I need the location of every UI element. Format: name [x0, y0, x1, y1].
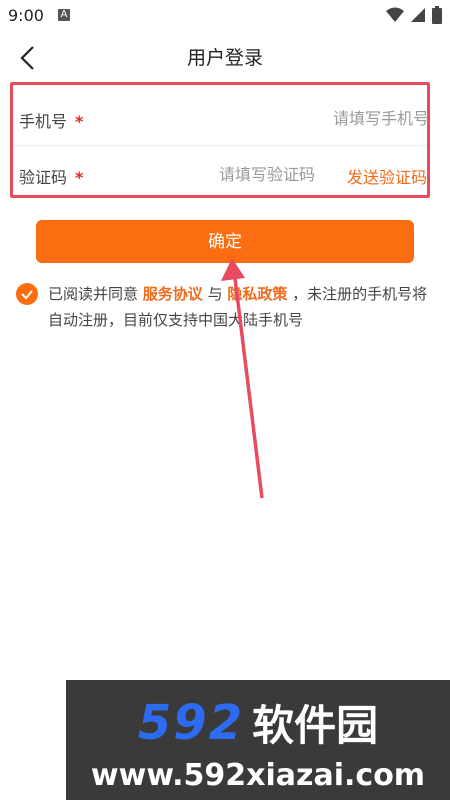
check-icon [21, 290, 33, 300]
watermark: 592 软件园 www.592xiazai.com [66, 680, 450, 800]
status-bar: 9:00 A [0, 0, 450, 32]
agreement-checkbox[interactable] [16, 283, 38, 305]
watermark-url: www.592xiazai.com [90, 758, 426, 793]
required-mark: * [75, 168, 84, 187]
privacy-link[interactable]: 隐私政策 [227, 285, 287, 303]
send-code-button[interactable]: 发送验证码 [347, 164, 427, 188]
terms-link[interactable]: 服务协议 [143, 285, 203, 303]
notification-icon: A [58, 9, 70, 21]
code-input[interactable] [133, 161, 315, 187]
agreement-prefix: 已阅读并同意 [48, 285, 143, 303]
phone-label-text: 手机号 [19, 112, 68, 131]
phone-label: 手机号 * [19, 108, 83, 132]
battery-icon [432, 6, 442, 24]
confirm-button[interactable]: 确定 [36, 220, 414, 263]
phone-input[interactable] [163, 105, 429, 131]
watermark-brand-name: 软件园 [252, 701, 379, 750]
agreement-text: 已阅读并同意 服务协议 与 隐私政策 ，未注册的手机号将自动注册，目前仅支持中国… [48, 281, 440, 333]
page-title: 用户登录 [186, 47, 263, 69]
watermark-brand-number: 592 [137, 694, 245, 751]
agreement-middle: 与 [202, 285, 228, 303]
wifi-icon [386, 7, 404, 22]
signal-icon [411, 8, 425, 22]
code-label: 验证码 * [19, 164, 83, 188]
status-time: 9:00 [8, 6, 44, 25]
required-mark: * [75, 112, 84, 131]
status-icons [386, 6, 442, 24]
login-form: 手机号 * 验证码 * 发送验证码 [10, 82, 430, 198]
phone-row: 手机号 * [13, 91, 429, 146]
code-label-text: 验证码 [19, 168, 68, 187]
code-row: 验证码 * 发送验证码 [13, 147, 427, 201]
